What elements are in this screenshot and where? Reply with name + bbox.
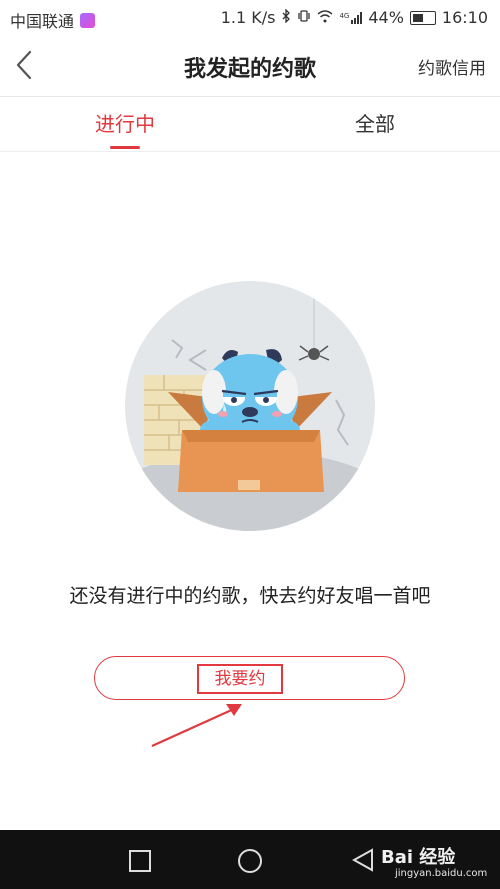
nav-bar: 我发起的约歌 约歌信用	[0, 34, 500, 96]
tab-all[interactable]: 全部	[250, 97, 500, 151]
network-speed: 1.1 K/s	[220, 8, 276, 27]
watermark-logo: Bai 经验	[381, 847, 456, 868]
credit-link[interactable]: 约歌信用	[418, 54, 486, 79]
empty-state-illustration	[124, 280, 376, 532]
wifi-icon	[317, 8, 333, 27]
tab-indicator	[110, 146, 140, 149]
battery-icon	[409, 10, 436, 25]
battery-percent: 44%	[368, 8, 404, 27]
status-bar: 中国联通 1.1 K/s 4G 44% 16:10	[0, 0, 500, 34]
network-type: 4G	[339, 11, 350, 20]
signal-icon: 4G	[339, 11, 363, 24]
tab-bar: 进行中 全部	[0, 97, 500, 151]
divider	[0, 151, 500, 152]
clock: 16:10	[441, 8, 488, 27]
annotation-arrow-icon	[151, 704, 242, 748]
watermark-url: jingyan.baidu.com	[395, 868, 488, 879]
home-icon[interactable]	[238, 849, 262, 873]
invite-button[interactable]: 我要约	[94, 656, 405, 700]
recent-apps-icon[interactable]	[129, 850, 151, 872]
tab-in-progress[interactable]: 进行中	[0, 97, 250, 151]
back-triangle-icon[interactable]	[352, 848, 374, 872]
vibrate-icon	[297, 8, 311, 27]
bluetooth-icon	[281, 8, 291, 27]
app-notification-icon	[80, 12, 96, 28]
invite-button-label: 我要约	[197, 664, 283, 694]
carrier-label: 中国联通	[10, 12, 75, 31]
empty-state-message: 还没有进行中的约歌，快去约好友唱一首吧	[69, 585, 431, 607]
